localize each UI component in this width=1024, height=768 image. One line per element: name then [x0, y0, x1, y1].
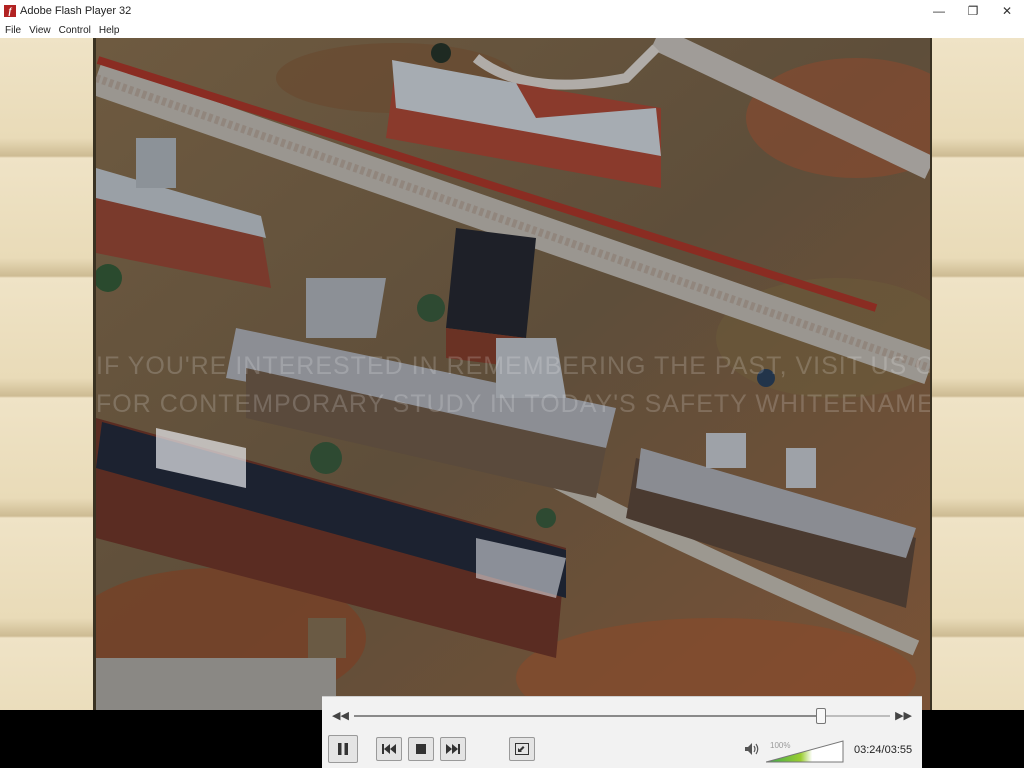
- menu-help[interactable]: Help: [99, 25, 120, 36]
- close-button[interactable]: ✕: [990, 0, 1024, 22]
- window-controls: — ❐ ✕: [922, 0, 1024, 22]
- paper-texture-left: [0, 38, 96, 710]
- stop-icon: [416, 744, 426, 754]
- menu-control[interactable]: Control: [59, 25, 91, 36]
- fullscreen-button[interactable]: [509, 737, 535, 761]
- skip-forward-icon: [446, 744, 460, 754]
- fullscreen-icon: [515, 743, 529, 755]
- time-current: 03:24: [854, 744, 882, 756]
- window-title: Adobe Flash Player 32: [20, 5, 132, 17]
- watermark-line-2: FOR CONTEMPORARY STUDY IN TODAY'S SAFETY…: [96, 390, 930, 418]
- menu-view[interactable]: View: [29, 25, 51, 36]
- aerial-photo: IF YOU'RE INTERESTED IN REMEMBERING THE …: [96, 38, 930, 710]
- volume-icon[interactable]: [744, 742, 760, 756]
- paper-texture-right: [930, 38, 1024, 710]
- seek-bar[interactable]: ◀◀ ▶▶: [322, 705, 922, 727]
- previous-button[interactable]: [376, 737, 402, 761]
- skip-back-icon: [382, 744, 396, 754]
- menu-bar: File View Control Help: [0, 22, 1024, 38]
- seek-progress-fill: [354, 715, 822, 717]
- pause-button[interactable]: [328, 735, 358, 763]
- restore-button[interactable]: ❐: [956, 0, 990, 22]
- minimize-button[interactable]: —: [922, 0, 956, 22]
- watermark-line-1: IF YOU'RE INTERESTED IN REMEMBERING THE …: [96, 352, 930, 380]
- volume-ramp: [766, 740, 844, 763]
- title-bar: f Adobe Flash Player 32 — ❐ ✕: [0, 0, 1024, 22]
- playback-controls: ◀◀ ▶▶ 100% 03:24/03:55: [322, 696, 922, 768]
- seek-forward-icon[interactable]: ▶▶: [895, 709, 912, 722]
- seek-track[interactable]: [354, 708, 890, 724]
- menu-file[interactable]: File: [5, 25, 21, 36]
- seek-back-icon[interactable]: ◀◀: [332, 709, 349, 722]
- flash-app-icon: f: [4, 5, 16, 17]
- next-button[interactable]: [440, 737, 466, 761]
- time-display: 03:24/03:55: [854, 744, 912, 756]
- time-total: 03:55: [884, 744, 913, 756]
- flash-stage[interactable]: IF YOU'RE INTERESTED IN REMEMBERING THE …: [0, 38, 1024, 710]
- flash-player-window: f Adobe Flash Player 32 — ❐ ✕ File View …: [0, 0, 1024, 768]
- stop-button[interactable]: [408, 737, 434, 761]
- volume-slider[interactable]: 100%: [766, 739, 844, 763]
- pause-icon: [338, 743, 348, 755]
- seek-thumb[interactable]: [816, 708, 827, 724]
